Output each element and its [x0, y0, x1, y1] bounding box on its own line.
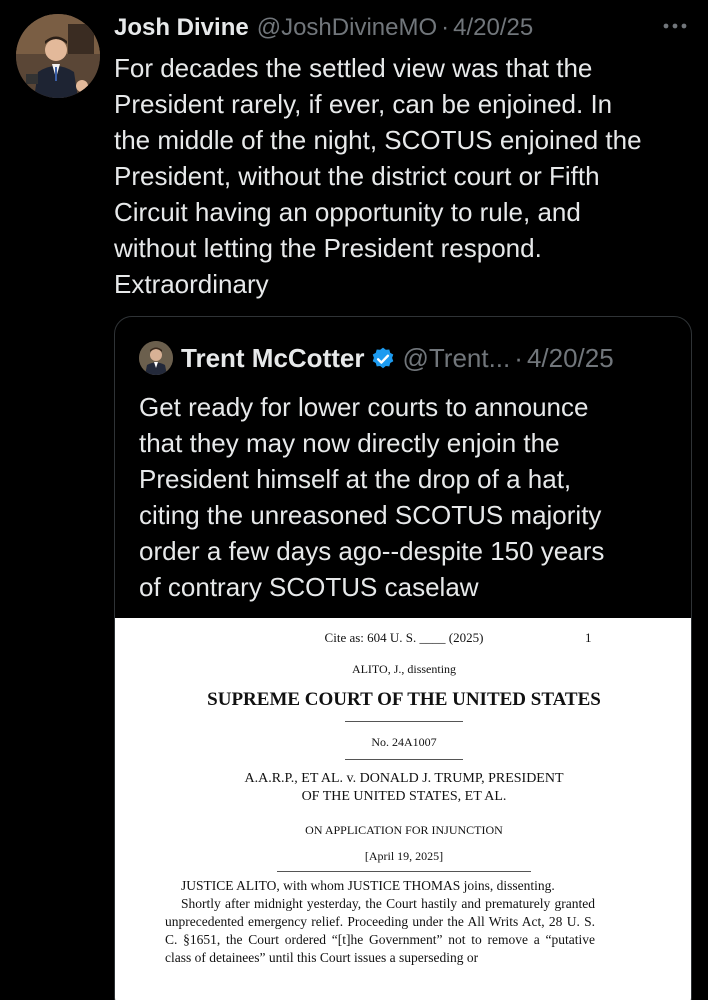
author-name[interactable]: Josh Divine — [114, 14, 249, 42]
document-cite: Cite as: 604 U. S. ____ (2025) — [324, 630, 484, 645]
separator-dot: · — [441, 14, 450, 41]
document-body: JUSTICE ALITO, with whom JUSTICE THOMAS … — [165, 877, 595, 967]
quoted-tweet-date: 4/20/25 — [526, 343, 614, 373]
tweet-date[interactable]: 4/20/25 — [453, 14, 533, 42]
quoted-tweet-card[interactable]: Trent McCotter @Trent... · 4/20/25 Get r… — [114, 316, 692, 1000]
case-caption-line: A.A.R.P., ET AL. v. DONALD J. TRUMP, PRE… — [244, 771, 564, 786]
document-divider — [345, 721, 463, 722]
document-decision-date: [April 19, 2025] — [364, 849, 444, 863]
document-application: ON APPLICATION FOR INJUNCTION — [305, 823, 503, 837]
document-divider — [277, 871, 531, 872]
document-case-caption: A.A.R.P., ET AL. v. DONALD J. TRUMP, PRE… — [115, 770, 691, 806]
quoted-author-avatar — [139, 341, 173, 375]
document-paragraph: JUSTICE ALITO, with whom JUSTICE THOMAS … — [181, 878, 555, 893]
attached-document-image[interactable]: Cite as: 604 U. S. ____ (2025) 1 ALITO, … — [115, 618, 691, 1000]
quoted-separator-dot: · — [514, 343, 523, 373]
quoted-avatar-photo — [139, 341, 173, 375]
document-docket-number: No. 24A1007 — [371, 735, 437, 749]
tweet-header: Josh Divine @JoshDivineMO · 4/20/25 — [114, 14, 533, 44]
case-caption-line: OF THE UNITED STATES, ET AL. — [301, 789, 507, 804]
author-avatar[interactable] — [16, 14, 100, 98]
quoted-author-name: Trent McCotter — [181, 343, 365, 373]
author-handle[interactable]: @JoshDivineMO — [257, 14, 437, 42]
quoted-tweet-header: Trent McCotter @Trent... · 4/20/25 — [181, 343, 614, 374]
quoted-tweet-text: Get ready for lower courts to announce t… — [139, 392, 605, 602]
document-court-title: SUPREME COURT OF THE UNITED STATES — [207, 689, 601, 710]
avatar-photo — [16, 14, 100, 98]
tweet-text: For decades the settled view was that th… — [114, 53, 642, 299]
document-paragraph: Shortly after midnight yesterday, the Co… — [165, 896, 595, 965]
document-divider — [345, 759, 463, 760]
document-dissent-heading: ALITO, J., dissenting — [351, 662, 457, 676]
more-horizontal-icon[interactable] — [660, 16, 690, 40]
document-page-number: 1 — [585, 630, 592, 645]
quoted-author-handle: @Trent... — [402, 343, 511, 373]
verified-badge-icon — [370, 346, 396, 372]
